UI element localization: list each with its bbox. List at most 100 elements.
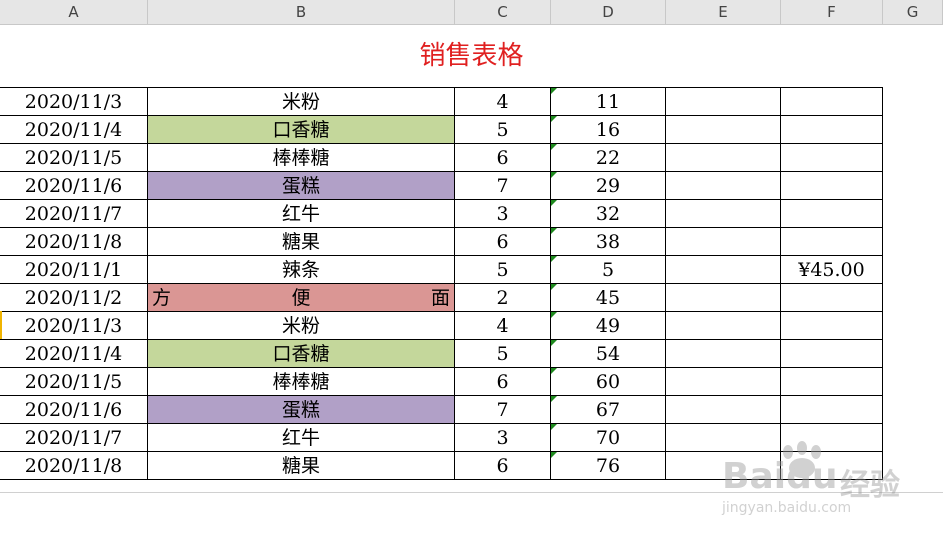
cell-product[interactable]: 米粉 <box>148 88 455 116</box>
cell-cumulative[interactable]: 45 <box>551 284 666 312</box>
column-header-b[interactable]: B <box>148 0 455 24</box>
number-as-text-indicator-icon <box>551 284 557 290</box>
cell-quantity-text: 4 <box>496 315 509 337</box>
cell-product[interactable]: 口香糖 <box>148 340 455 368</box>
cell-quantity[interactable]: 3 <box>455 424 551 452</box>
cell-product[interactable]: 红牛 <box>148 424 455 452</box>
cell-cumulative[interactable]: 60 <box>551 368 666 396</box>
column-header-c[interactable]: C <box>455 0 551 24</box>
cell-empty-e[interactable] <box>666 256 781 284</box>
cell-date[interactable]: 2020/11/5 <box>0 144 148 172</box>
cell-quantity[interactable]: 4 <box>455 312 551 340</box>
cell-empty-e[interactable] <box>666 340 781 368</box>
cell-empty-e[interactable] <box>666 312 781 340</box>
cell-product[interactable]: 蛋糕 <box>148 172 455 200</box>
active-cell-indicator <box>0 311 2 339</box>
cell-quantity[interactable]: 5 <box>455 256 551 284</box>
cell-empty-e[interactable] <box>666 88 781 116</box>
cell-amount[interactable] <box>781 172 883 200</box>
column-header-d[interactable]: D <box>551 0 666 24</box>
cell-quantity[interactable]: 6 <box>455 452 551 480</box>
cell-date[interactable]: 2020/11/8 <box>0 452 148 480</box>
cell-amount[interactable] <box>781 340 883 368</box>
cell-amount[interactable] <box>781 368 883 396</box>
cell-amount[interactable] <box>781 228 883 256</box>
column-header-e[interactable]: E <box>666 0 781 24</box>
cell-product[interactable]: 方便面 <box>148 284 455 312</box>
cell-date-text: 2020/11/3 <box>24 315 123 337</box>
column-header-a[interactable]: A <box>0 0 148 24</box>
cell-quantity[interactable]: 4 <box>455 88 551 116</box>
cell-empty-e[interactable] <box>666 116 781 144</box>
cell-quantity[interactable]: 6 <box>455 368 551 396</box>
cell-amount-text: ¥45.00 <box>798 259 865 281</box>
cell-date[interactable]: 2020/11/2 <box>0 284 148 312</box>
cell-date[interactable]: 2020/11/3 <box>0 88 148 116</box>
cell-quantity[interactable]: 7 <box>455 172 551 200</box>
cell-product[interactable]: 糖果 <box>148 228 455 256</box>
cell-amount[interactable] <box>781 88 883 116</box>
title-row[interactable]: 销售表格 <box>0 25 943 87</box>
cell-quantity[interactable]: 7 <box>455 396 551 424</box>
watermark-brand: Baidu <box>722 456 838 497</box>
cell-cumulative-text: 11 <box>595 91 621 113</box>
cell-cumulative[interactable]: 29 <box>551 172 666 200</box>
cell-amount[interactable] <box>781 144 883 172</box>
cell-product[interactable]: 米粉 <box>148 312 455 340</box>
cell-amount[interactable]: ¥45.00 <box>781 256 883 284</box>
cell-product[interactable]: 棒棒糖 <box>148 144 455 172</box>
column-header-f[interactable]: F <box>781 0 883 24</box>
cell-cumulative[interactable]: 76 <box>551 452 666 480</box>
cell-cumulative[interactable]: 67 <box>551 396 666 424</box>
cell-date[interactable]: 2020/11/1 <box>0 256 148 284</box>
cell-cumulative-text: 45 <box>595 287 621 309</box>
cell-date[interactable]: 2020/11/7 <box>0 200 148 228</box>
cell-empty-e[interactable] <box>666 144 781 172</box>
cell-cumulative[interactable]: 5 <box>551 256 666 284</box>
cell-amount[interactable] <box>781 116 883 144</box>
cell-amount[interactable] <box>781 396 883 424</box>
cell-cumulative-text: 38 <box>595 231 621 253</box>
cell-empty-e[interactable] <box>666 284 781 312</box>
cell-product[interactable]: 糖果 <box>148 452 455 480</box>
cell-cumulative[interactable]: 54 <box>551 340 666 368</box>
cell-product[interactable]: 口香糖 <box>148 116 455 144</box>
cell-product[interactable]: 棒棒糖 <box>148 368 455 396</box>
cell-date[interactable]: 2020/11/7 <box>0 424 148 452</box>
table-row: 2020/11/4 口香糖 5 54 <box>0 340 883 368</box>
cell-amount[interactable] <box>781 312 883 340</box>
cell-cumulative[interactable]: 49 <box>551 312 666 340</box>
cell-empty-e[interactable] <box>666 396 781 424</box>
cell-empty-e[interactable] <box>666 228 781 256</box>
cell-quantity[interactable]: 6 <box>455 228 551 256</box>
cell-product[interactable]: 辣条 <box>148 256 455 284</box>
cell-cumulative[interactable]: 11 <box>551 88 666 116</box>
cell-empty-e[interactable] <box>666 368 781 396</box>
cell-date-text: 2020/11/5 <box>24 147 123 169</box>
cell-quantity[interactable]: 2 <box>455 284 551 312</box>
cell-quantity[interactable]: 6 <box>455 144 551 172</box>
cell-product[interactable]: 蛋糕 <box>148 396 455 424</box>
cell-cumulative[interactable]: 16 <box>551 116 666 144</box>
cell-cumulative[interactable]: 38 <box>551 228 666 256</box>
cell-amount[interactable] <box>781 200 883 228</box>
cell-cumulative[interactable]: 70 <box>551 424 666 452</box>
cell-empty-e[interactable] <box>666 172 781 200</box>
cell-date[interactable]: 2020/11/6 <box>0 172 148 200</box>
cell-quantity[interactable]: 3 <box>455 200 551 228</box>
cell-date[interactable]: 2020/11/4 <box>0 116 148 144</box>
table-row: 2020/11/2 方 便 面 2 45 <box>0 284 883 312</box>
column-header-g[interactable]: G <box>883 0 943 24</box>
cell-date[interactable]: 2020/11/6 <box>0 396 148 424</box>
cell-empty-e[interactable] <box>666 200 781 228</box>
cell-quantity[interactable]: 5 <box>455 116 551 144</box>
cell-date[interactable]: 2020/11/8 <box>0 228 148 256</box>
cell-date[interactable]: 2020/11/3 <box>0 312 148 340</box>
cell-cumulative[interactable]: 22 <box>551 144 666 172</box>
cell-amount[interactable] <box>781 284 883 312</box>
cell-quantity[interactable]: 5 <box>455 340 551 368</box>
cell-cumulative[interactable]: 32 <box>551 200 666 228</box>
cell-date[interactable]: 2020/11/4 <box>0 340 148 368</box>
cell-product[interactable]: 红牛 <box>148 200 455 228</box>
cell-date[interactable]: 2020/11/5 <box>0 368 148 396</box>
